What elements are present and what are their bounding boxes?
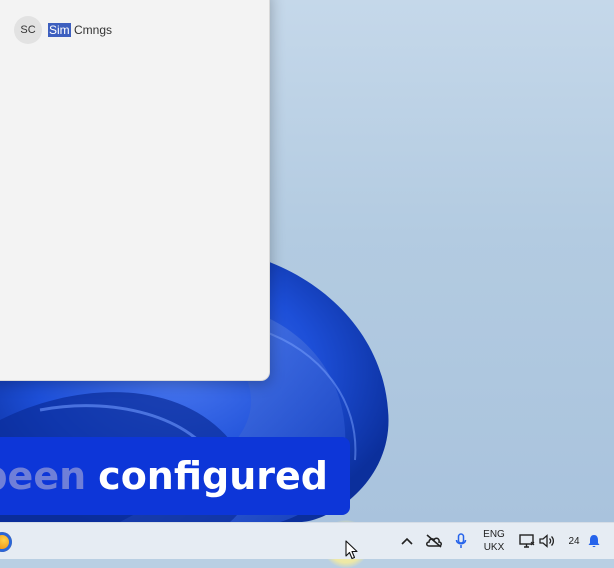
- browser-icon[interactable]: [0, 532, 12, 552]
- caption-dim-text: been: [0, 454, 87, 498]
- user-name-rest: Cmngs: [70, 23, 113, 37]
- onedrive-button[interactable]: [424, 523, 444, 559]
- microphone-button[interactable]: [452, 523, 470, 559]
- notifications-button[interactable]: [585, 523, 603, 559]
- show-hidden-icons-button[interactable]: [398, 523, 416, 559]
- start-menu-panel: SC Sim Cmngs: [0, 0, 269, 380]
- notification-bell-icon: [588, 535, 600, 548]
- caption-overlay: beenconfigured: [0, 437, 350, 515]
- network-button[interactable]: [517, 523, 537, 559]
- avatar: SC: [14, 16, 42, 44]
- user-name: Sim Cmngs: [48, 23, 112, 37]
- microphone-icon: [455, 533, 467, 548]
- volume-icon: [539, 534, 555, 548]
- language-code: ENG: [483, 529, 505, 540]
- volume-button[interactable]: [538, 523, 556, 559]
- user-account-button[interactable]: SC Sim Cmngs: [14, 16, 112, 44]
- user-name-selected: Sim: [48, 23, 71, 37]
- onedrive-icon: [426, 534, 442, 548]
- network-icon: [519, 534, 535, 548]
- clock-text: 24: [568, 535, 580, 547]
- language-indicator[interactable]: ENG UKX: [478, 523, 510, 559]
- mouse-cursor-icon: [345, 540, 358, 560]
- keyboard-layout: UKX: [483, 542, 505, 553]
- clock[interactable]: 24: [564, 523, 584, 559]
- taskbar: ENG UKX 24: [0, 522, 614, 559]
- desktop: SC Sim Cmngs beenconfigured: [0, 0, 614, 522]
- caption-bright-text: configured: [98, 454, 328, 498]
- chevron-up-icon: [401, 537, 413, 545]
